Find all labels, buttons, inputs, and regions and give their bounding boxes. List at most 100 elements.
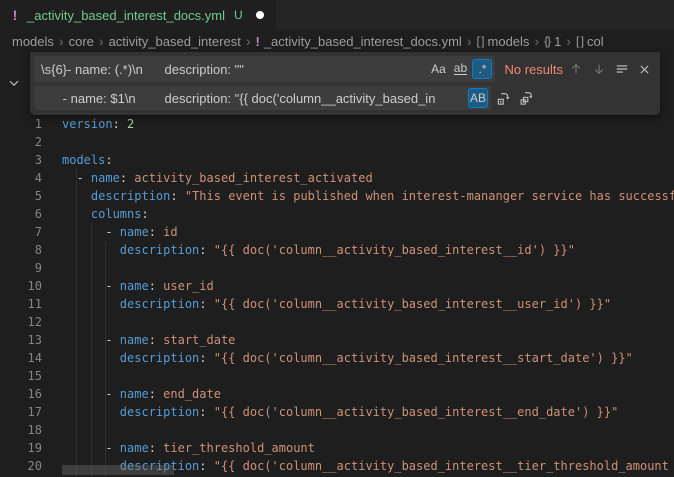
line-number[interactable]: 11 xyxy=(0,295,42,313)
code-line[interactable]: 6 columns: xyxy=(0,205,674,223)
line-number[interactable]: 19 xyxy=(0,439,42,457)
code-text: - name: end_date xyxy=(42,385,221,403)
line-number[interactable]: 2 xyxy=(0,133,42,151)
replace-button[interactable] xyxy=(493,88,514,109)
code-line[interactable]: 9 xyxy=(0,259,674,277)
breadcrumb-item[interactable]: models xyxy=(12,34,54,49)
line-number[interactable]: 20 xyxy=(0,457,42,475)
line-number[interactable]: 18 xyxy=(0,421,42,439)
code-editor[interactable]: 1version: 223models:4 - name: activity_b… xyxy=(0,52,674,477)
code-text: description: "{{ doc('column__activity_b… xyxy=(42,403,618,421)
line-number[interactable]: 15 xyxy=(0,367,42,385)
code-line[interactable]: 12 xyxy=(0,313,674,331)
code-line[interactable]: 19 - name: tier_threshold_amount xyxy=(0,439,674,457)
code-text xyxy=(42,367,62,385)
code-line[interactable]: 1version: 2 xyxy=(0,115,674,133)
line-number[interactable]: 12 xyxy=(0,313,42,331)
breadcrumb-item[interactable]: [ ]models xyxy=(477,34,530,49)
line-number[interactable]: 17 xyxy=(0,403,42,421)
breadcrumb-item[interactable]: core xyxy=(69,34,94,49)
line-number[interactable]: 13 xyxy=(0,331,42,349)
replace-input-value: - name: $1\n description: "{{ doc('colum… xyxy=(41,91,466,106)
code-text: description: "{{ doc('column__activity_b… xyxy=(42,241,575,259)
find-row: \s{6}- name: (.*)\n description: "" Aa a… xyxy=(35,56,655,82)
line-number[interactable]: 6 xyxy=(0,205,42,223)
find-input[interactable]: \s{6}- name: (.*)\n description: "" Aa a… xyxy=(35,56,495,82)
breadcrumb-item[interactable]: [ ] col xyxy=(576,34,604,49)
code-text: - name: tier_threshold_amount xyxy=(42,439,315,457)
code-text xyxy=(42,421,62,439)
code-line[interactable]: 16 - name: end_date xyxy=(0,385,674,403)
code-text: - name: id xyxy=(42,223,178,241)
code-text xyxy=(42,133,62,151)
code-line[interactable]: 14 description: "{{ doc('column__activit… xyxy=(0,349,674,367)
modified-dot-icon[interactable] xyxy=(256,11,264,19)
tab-bar: ! _activity_based_interest_docs.yml U xyxy=(0,0,674,30)
code-line[interactable]: 18 xyxy=(0,421,674,439)
code-line[interactable]: 17 description: "{{ doc('column__activit… xyxy=(0,403,674,421)
horizontal-scrollbar[interactable] xyxy=(62,465,174,475)
yaml-file-icon: ! xyxy=(10,7,20,23)
line-number[interactable]: 9 xyxy=(0,259,42,277)
code-text: models: xyxy=(42,151,113,169)
code-text: - name: user_id xyxy=(42,277,214,295)
yaml-file-icon: ! xyxy=(255,34,259,49)
breadcrumb-label: models xyxy=(12,34,54,49)
breadcrumb-separator: › xyxy=(534,33,539,49)
breadcrumb-separator: › xyxy=(566,33,571,49)
editor-tab[interactable]: ! _activity_based_interest_docs.yml U xyxy=(0,0,276,30)
line-number[interactable]: 10 xyxy=(0,277,42,295)
code-line[interactable]: 4 - name: activity_based_interest_activa… xyxy=(0,169,674,187)
find-status: No results xyxy=(504,62,563,77)
code-line[interactable]: 8 description: "{{ doc('column__activity… xyxy=(0,241,674,259)
line-number[interactable]: 3 xyxy=(0,151,42,169)
code-text: description: "{{ doc('column__activity_b… xyxy=(42,295,611,313)
regex-toggle[interactable]: .* xyxy=(472,59,492,79)
line-number[interactable]: 1 xyxy=(0,115,42,133)
code-text: description: "{{ doc('column__activity_b… xyxy=(42,349,633,367)
tab-title: _activity_based_interest_docs.yml xyxy=(27,8,225,23)
symbol-array-icon: [ ] xyxy=(576,34,583,48)
replace-input[interactable]: - name: $1\n description: "{{ doc('colum… xyxy=(35,86,491,110)
code-text: columns: xyxy=(42,205,149,223)
code-line[interactable]: 13 - name: start_date xyxy=(0,331,674,349)
code-text: - name: activity_based_interest_activate… xyxy=(42,169,373,187)
whole-word-label: ab xyxy=(454,63,467,75)
breadcrumb-label: col xyxy=(587,34,604,49)
whole-word-toggle[interactable]: ab xyxy=(450,59,470,79)
code-line[interactable]: 11 description: "{{ doc('column__activit… xyxy=(0,295,674,313)
next-match-button[interactable] xyxy=(588,59,609,80)
code-text: - name: start_date xyxy=(42,331,235,349)
line-number[interactable]: 14 xyxy=(0,349,42,367)
breadcrumb-item[interactable]: ! _activity_based_interest_docs.yml xyxy=(255,34,461,49)
match-case-toggle[interactable]: Aa xyxy=(428,59,448,79)
find-replace-widget: \s{6}- name: (.*)\n description: "" Aa a… xyxy=(0,52,660,115)
close-icon[interactable] xyxy=(634,59,655,80)
breadcrumb-label: _activity_based_interest_docs.yml xyxy=(264,34,462,49)
find-in-selection-icon[interactable] xyxy=(611,59,632,80)
breadcrumb-separator: › xyxy=(59,33,64,49)
line-number[interactable]: 7 xyxy=(0,223,42,241)
breadcrumb-label: activity_based_interest xyxy=(109,34,241,49)
line-number[interactable]: 8 xyxy=(0,241,42,259)
code-line[interactable]: 2 xyxy=(0,133,674,151)
code-line[interactable]: 7 - name: id xyxy=(0,223,674,241)
line-number[interactable]: 16 xyxy=(0,385,42,403)
breadcrumb-item[interactable]: {}1 xyxy=(544,34,561,49)
code-line[interactable]: 15 xyxy=(0,367,674,385)
replace-all-button[interactable] xyxy=(516,88,537,109)
code-line[interactable]: 10 - name: user_id xyxy=(0,277,674,295)
toggle-replace-chevron-icon[interactable] xyxy=(5,74,23,92)
code-text xyxy=(42,313,62,331)
code-area: 1version: 223models:4 - name: activity_b… xyxy=(0,115,674,475)
line-number[interactable]: 5 xyxy=(0,187,42,205)
code-line[interactable]: 3models: xyxy=(0,151,674,169)
line-number[interactable]: 4 xyxy=(0,169,42,187)
code-line[interactable]: 5 description: "This event is published … xyxy=(0,187,674,205)
symbol-array-icon: [ ] xyxy=(477,34,484,48)
preserve-case-toggle[interactable]: AB xyxy=(468,88,488,108)
code-text: description: "This event is published wh… xyxy=(42,187,674,205)
previous-match-button[interactable] xyxy=(565,59,586,80)
breadcrumb-separator: › xyxy=(99,33,104,49)
breadcrumb-item[interactable]: activity_based_interest xyxy=(109,34,241,49)
